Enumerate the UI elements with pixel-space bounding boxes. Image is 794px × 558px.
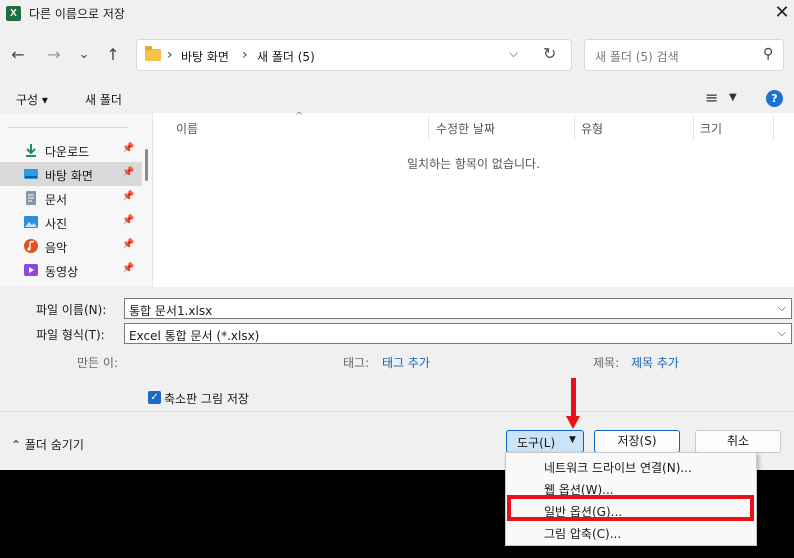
view-dropdown-icon[interactable]: ▼ <box>729 92 737 103</box>
sidebar-item-documents[interactable]: 문서 📌 <box>0 186 142 210</box>
pin-icon[interactable]: 📌 <box>122 239 134 250</box>
sidebar-item-desktop[interactable]: 바탕 화면 📌 <box>0 162 142 186</box>
pin-icon[interactable]: 📌 <box>122 191 134 202</box>
column-divider[interactable] <box>428 116 429 140</box>
save-button[interactable]: 저장(S) <box>594 430 680 453</box>
empty-folder-message: 일치하는 항목이 없습니다. <box>407 157 540 171</box>
sidebar-item-label: 바탕 화면 <box>45 169 93 183</box>
title-label: 제목: <box>593 356 620 370</box>
nav-pane-scrollbar[interactable] <box>145 149 148 181</box>
document-icon <box>26 191 36 205</box>
new-folder-button[interactable]: 새 폴더 <box>85 91 122 108</box>
search-input[interactable]: 새 폴더 (5) 검색 ⚲ <box>584 39 784 71</box>
add-title-link[interactable]: 제목 추가 <box>631 354 679 371</box>
filename-value: 통합 문서1.xlsx <box>129 304 213 318</box>
refresh-icon[interactable]: ↻ <box>543 44 556 63</box>
title-bar: X 다른 이름으로 저장 ✕ <box>0 0 794 27</box>
filename-label: 파일 이름(N): <box>36 303 107 317</box>
desktop-icon <box>24 169 38 179</box>
sidebar-item-label: 문서 <box>45 193 68 207</box>
tags-label: 태그: <box>343 356 370 370</box>
pin-icon[interactable]: 📌 <box>122 143 134 154</box>
column-divider[interactable] <box>574 116 575 140</box>
view-options-icon[interactable]: ≡ <box>705 88 718 107</box>
music-icon <box>24 239 38 253</box>
annotation-highlight-box <box>507 495 754 521</box>
save-thumbnail-label[interactable]: 축소판 그림 저장 <box>164 390 249 407</box>
sidebar-item-label: 다운로드 <box>45 145 90 159</box>
save-as-dialog: X 다른 이름으로 저장 ✕ ← → ⌄ ↑ › 바탕 화면 › 새 폴더 (5… <box>0 0 794 470</box>
sort-ascending-icon: ^ <box>295 111 304 122</box>
column-header-name[interactable]: 이름 <box>176 120 198 137</box>
filetype-value: Excel 통합 문서 (*.xlsx) <box>129 329 260 343</box>
close-icon[interactable]: ✕ <box>771 2 793 24</box>
hide-folders-button[interactable]: ⌃ 폴더 숨기기 <box>11 436 84 453</box>
sidebar-item-label: 사진 <box>45 217 68 231</box>
breadcrumb-current-folder[interactable]: 새 폴더 (5) <box>257 48 315 65</box>
content-area: 다운로드 📌 바탕 화면 📌 문서 📌 사진 📌 음악 📌 동영상 📌 ^ 이름… <box>0 111 794 287</box>
filetype-label: 파일 형식(T): <box>36 328 105 342</box>
sidebar-item-music[interactable]: 음악 📌 <box>0 234 142 258</box>
address-bar[interactable]: › 바탕 화면 › 새 폴더 (5) ⌵ ↻ <box>136 39 572 71</box>
sidebar-item-videos[interactable]: 동영상 📌 <box>0 258 142 282</box>
add-tag-link[interactable]: 태그 추가 <box>382 354 430 371</box>
column-divider[interactable] <box>693 116 694 140</box>
navigation-pane: 다운로드 📌 바탕 화면 📌 문서 📌 사진 📌 음악 📌 동영상 📌 <box>0 113 153 287</box>
nav-divider <box>8 127 128 128</box>
help-icon[interactable]: ? <box>766 90 783 107</box>
pin-icon[interactable]: 📌 <box>122 263 134 274</box>
tools-button[interactable]: 도구(L) ▼ <box>506 430 584 453</box>
tools-label: 도구(L) <box>517 436 556 450</box>
search-icon[interactable]: ⚲ <box>763 46 773 62</box>
menu-item-map-network-drive[interactable]: 네트워크 드라이브 연결(N)... <box>506 455 756 477</box>
breadcrumb-separator: › <box>242 47 248 63</box>
sidebar-item-label: 동영상 <box>45 265 79 279</box>
cancel-button[interactable]: 취소 <box>695 430 781 453</box>
menu-item-label: 네트워크 드라이브 연결(N)... <box>544 461 692 475</box>
filetype-select[interactable]: Excel 통합 문서 (*.xlsx) ⌵ <box>124 323 792 344</box>
folder-icon <box>145 46 161 61</box>
filetype-dropdown-icon[interactable]: ⌵ <box>778 326 786 340</box>
back-arrow-icon[interactable]: ← <box>8 44 28 66</box>
download-icon <box>26 144 36 157</box>
annotation-arrow-head <box>566 416 580 429</box>
save-thumbnail-checkbox[interactable]: ✓ <box>148 391 161 404</box>
tools-dropdown-caret-icon[interactable]: ▼ <box>569 435 576 445</box>
menu-item-compress-pictures[interactable]: 그림 압축(C)... <box>506 521 756 543</box>
annotation-arrow-shaft <box>571 378 576 418</box>
pictures-icon <box>24 216 38 228</box>
breadcrumb-desktop[interactable]: 바탕 화면 <box>181 48 229 65</box>
pin-icon[interactable]: 📌 <box>122 215 134 226</box>
filename-dropdown-icon[interactable]: ⌵ <box>778 301 786 315</box>
up-arrow-icon[interactable]: ↑ <box>103 44 123 66</box>
window-title: 다른 이름으로 저장 <box>29 7 125 21</box>
excel-app-icon: X <box>6 6 21 21</box>
video-icon <box>24 264 38 276</box>
column-header-type[interactable]: 유형 <box>581 120 603 137</box>
filename-field[interactable]: 통합 문서1.xlsx ⌵ <box>124 298 792 319</box>
sidebar-item-pictures[interactable]: 사진 📌 <box>0 210 142 234</box>
address-dropdown-icon[interactable]: ⌵ <box>509 46 518 61</box>
column-header-size[interactable]: 크기 <box>700 120 722 137</box>
search-placeholder: 새 폴더 (5) 검색 <box>595 50 679 64</box>
column-divider[interactable] <box>773 116 774 140</box>
menu-item-label: 그림 압축(C)... <box>544 527 622 541</box>
sidebar-item-downloads[interactable]: 다운로드 📌 <box>0 138 142 162</box>
forward-arrow-icon[interactable]: → <box>44 44 64 66</box>
column-header-date-modified[interactable]: 수정한 날짜 <box>436 120 495 137</box>
sidebar-item-label: 음악 <box>45 241 68 255</box>
author-label: 만든 이: <box>77 356 118 370</box>
recent-locations-chevron-icon[interactable]: ⌄ <box>74 44 94 66</box>
breadcrumb-separator: › <box>167 47 173 63</box>
pin-icon[interactable]: 📌 <box>122 167 134 178</box>
organize-button[interactable]: 구성 ▾ <box>16 91 48 108</box>
